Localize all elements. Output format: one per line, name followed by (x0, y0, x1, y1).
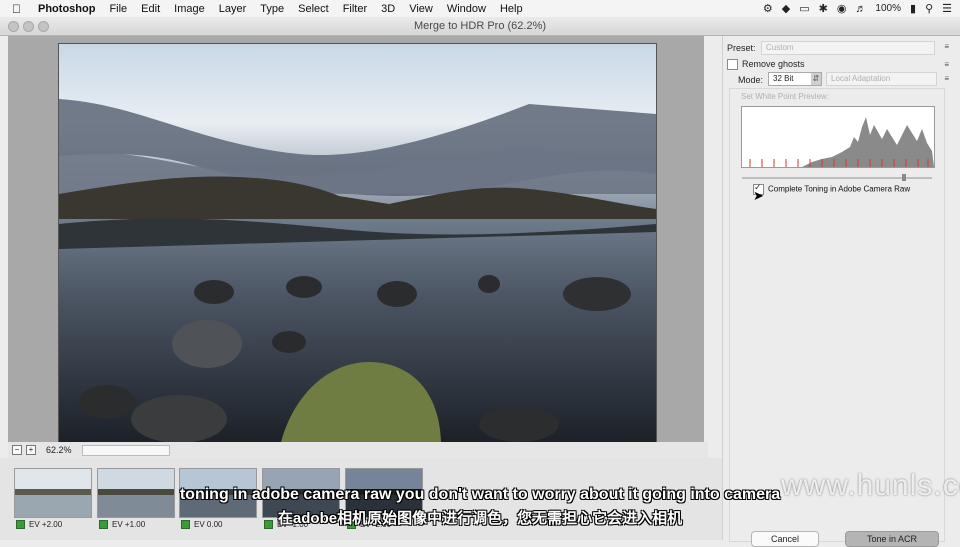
exposure-thumbnail[interactable] (345, 468, 423, 518)
dropbox-icon[interactable]: ◆ (782, 2, 790, 15)
zoom-value: 62.2% (46, 445, 72, 455)
mouse-cursor-icon: ➤ (753, 188, 764, 203)
preset-label: Preset: (727, 43, 756, 53)
menu-window[interactable]: Window (447, 3, 486, 15)
mode-menu-icon[interactable]: ≡ (944, 74, 949, 83)
thumbnail-ev-label: EV -2.00 (347, 520, 391, 529)
exposure-thumbnail[interactable] (179, 468, 257, 518)
options-menu-icon[interactable]: ≡ (944, 60, 949, 69)
remove-ghosts-label: Remove ghosts (742, 59, 805, 69)
window-title-bar: Merge to HDR Pro (62.2%) (0, 17, 960, 36)
include-checkbox[interactable] (99, 520, 108, 529)
include-checkbox[interactable] (181, 520, 190, 529)
source-filmstrip: EV +2.00 EV +1.00 EV 0.00 EV -1.00 EV -2… (0, 458, 722, 540)
battery-icon[interactable]: ▮ (910, 2, 916, 15)
menu-select[interactable]: Select (298, 3, 329, 15)
include-checkbox[interactable] (264, 520, 273, 529)
menu-help[interactable]: Help (500, 3, 523, 15)
zoom-slider[interactable] (81, 444, 170, 456)
spotlight-icon[interactable]: ⚲ (925, 2, 933, 15)
remove-ghosts-checkbox[interactable] (727, 59, 738, 71)
mode-select[interactable]: 32 Bit ⇵ (768, 72, 822, 86)
battery-percent: 100% (875, 3, 901, 14)
complete-toning-label: Complete Toning in Adobe Camera Raw (768, 184, 911, 194)
hdr-preview-image (58, 43, 657, 443)
menu-image[interactable]: Image (174, 3, 205, 15)
zoom-in-button[interactable]: + (26, 445, 36, 455)
menu-bar:  Photoshop File Edit Image Layer Type S… (0, 0, 960, 18)
menu-view[interactable]: View (409, 3, 433, 15)
thumbnail-ev-label: EV -1.00 (264, 520, 308, 529)
exposure-thumbnail[interactable] (97, 468, 175, 518)
cancel-button[interactable]: Cancel (751, 531, 819, 547)
thumbnail-ev-label: EV +1.00 (99, 520, 145, 529)
tone-in-acr-button[interactable]: Tone in ACR (845, 531, 939, 547)
chevron-down-icon: ⇵ (811, 73, 821, 85)
bluetooth-icon[interactable]: ✱ (819, 2, 828, 15)
menu-3d[interactable]: 3D (381, 3, 395, 15)
menu-type[interactable]: Type (260, 3, 284, 15)
gear-icon[interactable]: ⚙ (763, 2, 773, 15)
list-icon[interactable]: ☰ (942, 2, 952, 15)
exposure-thumbnail[interactable] (262, 468, 340, 518)
menu-filter[interactable]: Filter (343, 3, 367, 15)
zoom-bar: − + 62.2% (8, 442, 708, 458)
mode-label: Mode: (738, 75, 764, 85)
menu-layer[interactable]: Layer (219, 3, 247, 15)
watermark: www.hunls.com (781, 469, 960, 502)
histogram (741, 106, 935, 168)
airplay-icon[interactable]: ▭ (799, 2, 809, 15)
white-point-slider[interactable] (742, 174, 932, 181)
zoom-out-button[interactable]: − (12, 445, 22, 455)
include-checkbox[interactable] (347, 520, 356, 529)
preset-select[interactable]: Custom (761, 41, 935, 55)
include-checkbox[interactable] (16, 520, 25, 529)
menu-file[interactable]: File (109, 3, 127, 15)
status-icons: ⚙ ◆ ▭ ✱ ◉ ♬ 100% ▮ ⚲ ☰ (763, 0, 952, 17)
white-point-label: Set White Point Preview: (741, 92, 830, 101)
menu-edit[interactable]: Edit (141, 3, 160, 15)
slider-knob[interactable] (902, 174, 906, 181)
complete-toning-option: Complete Toning in Adobe Camera Raw (753, 182, 911, 195)
menu-app-photoshop[interactable]: Photoshop (38, 3, 95, 15)
hdr-settings-panel: Preset: Custom ≡ Remove ghosts ≡ Mode: 3… (722, 36, 960, 547)
thumbnail-ev-label: EV 0.00 (181, 520, 222, 529)
window-title: Merge to HDR Pro (62.2%) (413, 20, 547, 32)
exposure-thumbnail[interactable] (14, 468, 92, 518)
apple-icon[interactable]:  (12, 2, 26, 16)
volume-icon[interactable]: ♬ (855, 3, 866, 15)
preset-menu-icon[interactable]: ≡ (944, 42, 949, 51)
remove-ghosts-option: Remove ghosts (727, 59, 805, 71)
thumbnail-ev-label: EV +2.00 (16, 520, 62, 529)
wifi-icon[interactable]: ◉ (837, 2, 847, 15)
method-select[interactable]: Local Adaptation (826, 72, 937, 86)
